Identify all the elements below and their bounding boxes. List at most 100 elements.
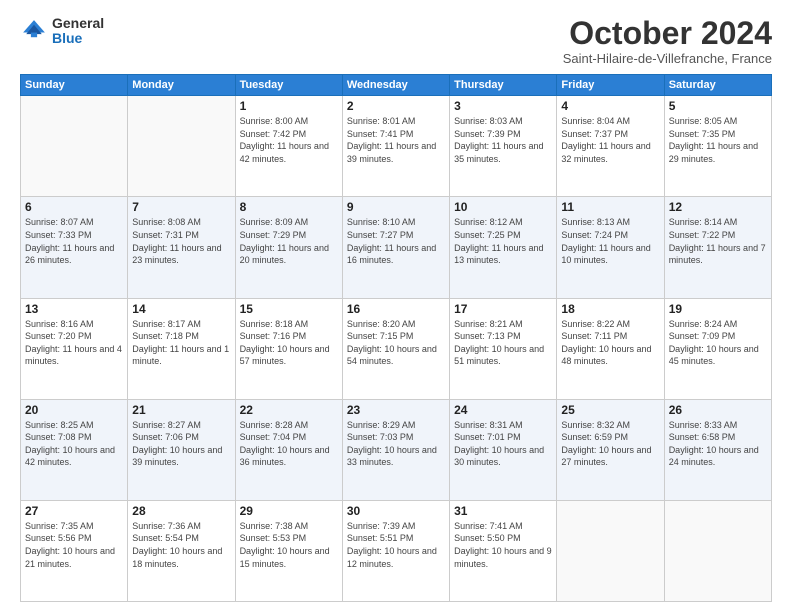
table-row: 19 Sunrise: 8:24 AMSunset: 7:09 PMDayligh… — [664, 298, 771, 399]
day-number: 26 — [669, 403, 767, 417]
day-info: Sunrise: 8:03 AMSunset: 7:39 PMDaylight:… — [454, 115, 552, 165]
day-number: 15 — [240, 302, 338, 316]
col-thursday: Thursday — [450, 75, 557, 96]
table-row: 3 Sunrise: 8:03 AMSunset: 7:39 PMDaylight… — [450, 96, 557, 197]
table-row: 29 Sunrise: 7:38 AMSunset: 5:53 PMDayligh… — [235, 500, 342, 601]
table-row: 30Sunrise: 7:39 AMSunset: 5:51 PMDayligh… — [342, 500, 449, 601]
col-tuesday: Tuesday — [235, 75, 342, 96]
day-info: Sunrise: 8:20 AMSunset: 7:15 PMDaylight:… — [347, 318, 445, 368]
table-row: 2 Sunrise: 8:01 AMSunset: 7:41 PMDaylight… — [342, 96, 449, 197]
day-info: Sunrise: 8:29 AMSunset: 7:03 PMDaylight:… — [347, 419, 445, 469]
table-row: 9 Sunrise: 8:10 AMSunset: 7:27 PMDaylight… — [342, 197, 449, 298]
day-info: Sunrise: 8:13 AMSunset: 7:24 PMDaylight:… — [561, 216, 659, 266]
day-info: Sunrise: 8:32 AMSunset: 6:59 PMDaylight:… — [561, 419, 659, 469]
day-number: 6 — [25, 200, 123, 214]
day-info: Sunrise: 8:12 AMSunset: 7:25 PMDaylight:… — [454, 216, 552, 266]
day-number: 23 — [347, 403, 445, 417]
day-info: Sunrise: 8:22 AMSunset: 7:11 PMDaylight:… — [561, 318, 659, 368]
day-info: Sunrise: 8:14 AMSunset: 7:22 PMDaylight:… — [669, 216, 767, 266]
day-number: 14 — [132, 302, 230, 316]
day-info: Sunrise: 8:27 AMSunset: 7:06 PMDaylight:… — [132, 419, 230, 469]
day-number: 20 — [25, 403, 123, 417]
logo-blue-text: Blue — [52, 31, 104, 46]
calendar-week-row: 13 Sunrise: 8:16 AMSunset: 7:20 PMDayligh… — [21, 298, 772, 399]
calendar-week-row: 1Sunrise: 8:00 AMSunset: 7:42 PMDaylight… — [21, 96, 772, 197]
day-number: 21 — [132, 403, 230, 417]
day-info: Sunrise: 8:18 AMSunset: 7:16 PMDaylight:… — [240, 318, 338, 368]
col-saturday: Saturday — [664, 75, 771, 96]
table-row: 11 Sunrise: 8:13 AMSunset: 7:24 PMDayligh… — [557, 197, 664, 298]
calendar-week-row: 27Sunrise: 7:35 AMSunset: 5:56 PMDayligh… — [21, 500, 772, 601]
calendar-week-row: 6 Sunrise: 8:07 AMSunset: 7:33 PMDaylight… — [21, 197, 772, 298]
day-info: Sunrise: 8:09 AMSunset: 7:29 PMDaylight:… — [240, 216, 338, 266]
table-row: 27Sunrise: 7:35 AMSunset: 5:56 PMDayligh… — [21, 500, 128, 601]
table-row: 28 Sunrise: 7:36 AMSunset: 5:54 PMDayligh… — [128, 500, 235, 601]
day-number: 18 — [561, 302, 659, 316]
day-number: 28 — [132, 504, 230, 518]
day-number: 7 — [132, 200, 230, 214]
col-wednesday: Wednesday — [342, 75, 449, 96]
table-row: 23 Sunrise: 8:29 AMSunset: 7:03 PMDayligh… — [342, 399, 449, 500]
table-row: 20 Sunrise: 8:25 AMSunset: 7:08 PMDayligh… — [21, 399, 128, 500]
day-number: 25 — [561, 403, 659, 417]
col-sunday: Sunday — [21, 75, 128, 96]
day-number: 10 — [454, 200, 552, 214]
table-row: 21 Sunrise: 8:27 AMSunset: 7:06 PMDayligh… — [128, 399, 235, 500]
title-block: October 2024 Saint-Hilaire-de-Villefranc… — [563, 16, 772, 66]
table-row: 16 Sunrise: 8:20 AMSunset: 7:15 PMDayligh… — [342, 298, 449, 399]
table-row: 6 Sunrise: 8:07 AMSunset: 7:33 PMDaylight… — [21, 197, 128, 298]
day-number: 12 — [669, 200, 767, 214]
day-info: Sunrise: 8:24 AMSunset: 7:09 PMDaylight:… — [669, 318, 767, 368]
day-info: Sunrise: 8:33 AMSunset: 6:58 PMDaylight:… — [669, 419, 767, 469]
day-info: Sunrise: 7:38 AMSunset: 5:53 PMDaylight:… — [240, 520, 338, 570]
day-number: 8 — [240, 200, 338, 214]
table-row: 7 Sunrise: 8:08 AMSunset: 7:31 PMDaylight… — [128, 197, 235, 298]
header: General Blue October 2024 Saint-Hilaire-… — [20, 16, 772, 66]
table-row: 13 Sunrise: 8:16 AMSunset: 7:20 PMDayligh… — [21, 298, 128, 399]
day-info: Sunrise: 7:41 AMSunset: 5:50 PMDaylight:… — [454, 520, 552, 570]
day-number: 29 — [240, 504, 338, 518]
day-info: Sunrise: 8:05 AMSunset: 7:35 PMDaylight:… — [669, 115, 767, 165]
day-number: 3 — [454, 99, 552, 113]
day-number: 11 — [561, 200, 659, 214]
day-info: Sunrise: 7:36 AMSunset: 5:54 PMDaylight:… — [132, 520, 230, 570]
table-row: 24Sunrise: 8:31 AMSunset: 7:01 PMDayligh… — [450, 399, 557, 500]
day-number: 5 — [669, 99, 767, 113]
table-row: 15 Sunrise: 8:18 AMSunset: 7:16 PMDayligh… — [235, 298, 342, 399]
table-row: 26 Sunrise: 8:33 AMSunset: 6:58 PMDayligh… — [664, 399, 771, 500]
table-row: 1Sunrise: 8:00 AMSunset: 7:42 PMDaylight… — [235, 96, 342, 197]
day-info: Sunrise: 7:35 AMSunset: 5:56 PMDaylight:… — [25, 520, 123, 570]
table-row — [21, 96, 128, 197]
day-info: Sunrise: 8:10 AMSunset: 7:27 PMDaylight:… — [347, 216, 445, 266]
day-info: Sunrise: 8:16 AMSunset: 7:20 PMDaylight:… — [25, 318, 123, 368]
logo-text: General Blue — [52, 16, 104, 47]
table-row: 22Sunrise: 8:28 AMSunset: 7:04 PMDayligh… — [235, 399, 342, 500]
table-row: 14 Sunrise: 8:17 AMSunset: 7:18 PMDayligh… — [128, 298, 235, 399]
col-friday: Friday — [557, 75, 664, 96]
day-info: Sunrise: 8:07 AMSunset: 7:33 PMDaylight:… — [25, 216, 123, 266]
day-info: Sunrise: 8:17 AMSunset: 7:18 PMDaylight:… — [132, 318, 230, 368]
day-info: Sunrise: 7:39 AMSunset: 5:51 PMDaylight:… — [347, 520, 445, 570]
day-info: Sunrise: 8:00 AMSunset: 7:42 PMDaylight:… — [240, 115, 338, 165]
day-info: Sunrise: 8:08 AMSunset: 7:31 PMDaylight:… — [132, 216, 230, 266]
day-info: Sunrise: 8:31 AMSunset: 7:01 PMDaylight:… — [454, 419, 552, 469]
calendar-table: Sunday Monday Tuesday Wednesday Thursday… — [20, 74, 772, 602]
table-row — [664, 500, 771, 601]
day-info: Sunrise: 8:01 AMSunset: 7:41 PMDaylight:… — [347, 115, 445, 165]
day-number: 22 — [240, 403, 338, 417]
table-row: 12 Sunrise: 8:14 AMSunset: 7:22 PMDayligh… — [664, 197, 771, 298]
day-number: 13 — [25, 302, 123, 316]
day-number: 16 — [347, 302, 445, 316]
table-row: 31Sunrise: 7:41 AMSunset: 5:50 PMDayligh… — [450, 500, 557, 601]
logo: General Blue — [20, 16, 104, 47]
day-info: Sunrise: 8:25 AMSunset: 7:08 PMDaylight:… — [25, 419, 123, 469]
table-row: 17Sunrise: 8:21 AMSunset: 7:13 PMDayligh… — [450, 298, 557, 399]
day-number: 9 — [347, 200, 445, 214]
day-number: 19 — [669, 302, 767, 316]
day-info: Sunrise: 8:21 AMSunset: 7:13 PMDaylight:… — [454, 318, 552, 368]
day-number: 2 — [347, 99, 445, 113]
calendar-header-row: Sunday Monday Tuesday Wednesday Thursday… — [21, 75, 772, 96]
month-title: October 2024 — [563, 16, 772, 51]
table-row: 8 Sunrise: 8:09 AMSunset: 7:29 PMDaylight… — [235, 197, 342, 298]
table-row: 4Sunrise: 8:04 AMSunset: 7:37 PMDaylight… — [557, 96, 664, 197]
